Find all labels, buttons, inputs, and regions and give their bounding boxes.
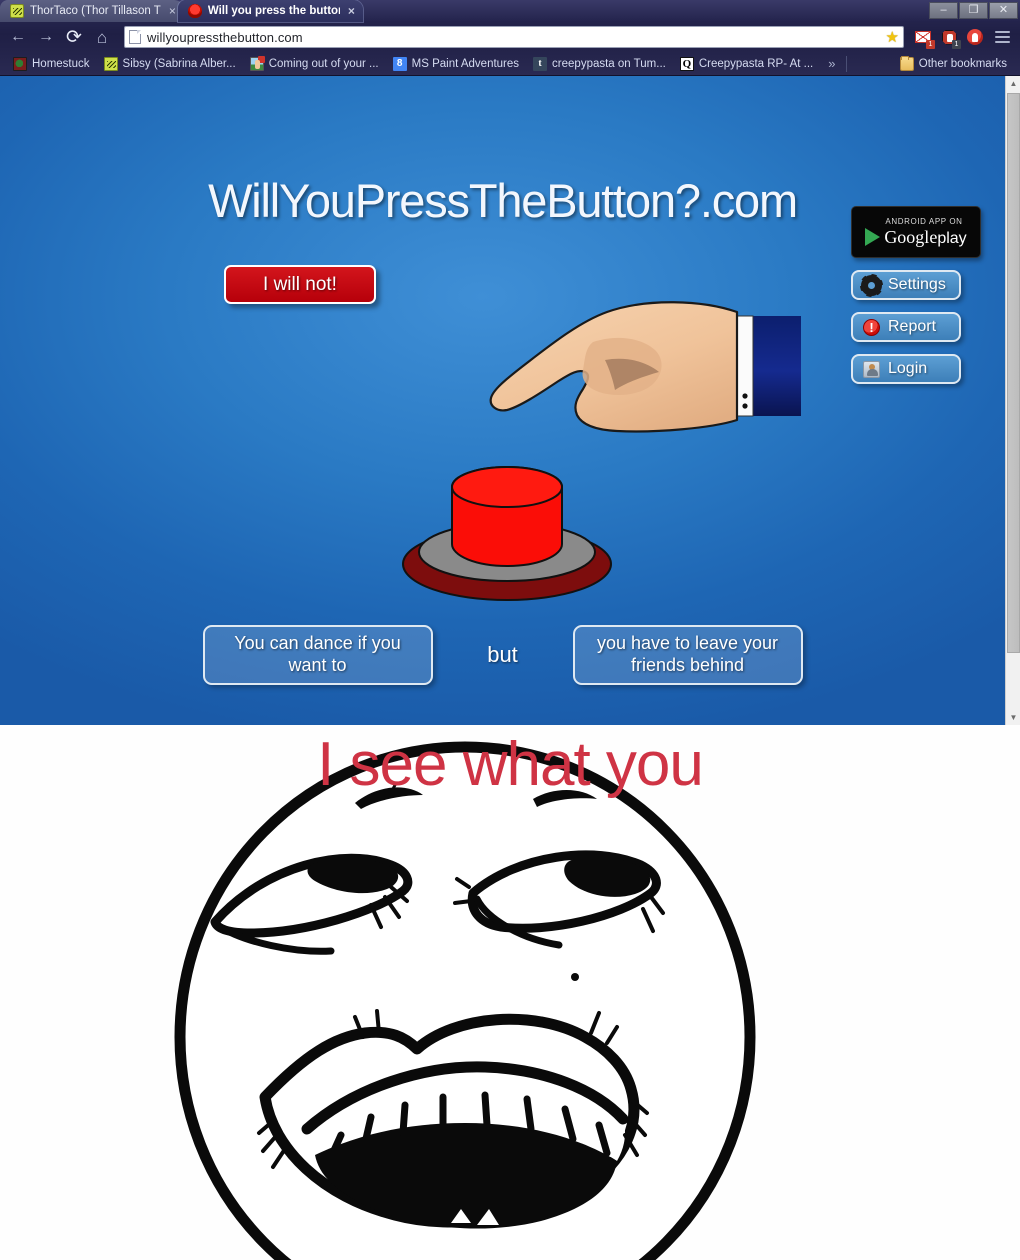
google-play-top-line: ANDROID APP ON: [885, 216, 963, 226]
bookmark-star-icon[interactable]: ★: [886, 30, 899, 45]
minimize-button[interactable]: –: [929, 2, 958, 19]
folder-icon: [899, 55, 914, 71]
reload-icon[interactable]: ⟳: [62, 25, 86, 49]
google-play-brand: Google: [884, 226, 938, 247]
bookmark-label: MS Paint Adventures: [411, 57, 520, 70]
google-play-badge[interactable]: ANDROID APP ON Googleplay: [851, 206, 981, 258]
address-bar[interactable]: willyoupressthebutton.com ★: [124, 26, 904, 48]
coming-out-icon: [249, 55, 265, 71]
dilemma-condition-text: You can dance if you want to: [234, 633, 401, 675]
bookmark-creepypasta-on-tumblr[interactable]: t creepypasta on Tum...: [526, 54, 673, 74]
browser-tab-thortaco[interactable]: ThorTaco (Thor Tillason T ×: [0, 0, 184, 22]
gear-icon: [860, 273, 883, 297]
i-will-not-label: I will not!: [263, 273, 337, 295]
meme-image-area: I see what you: [0, 725, 1020, 1260]
dilemma-consequence-text: you have to leave your friends behind: [596, 633, 779, 675]
page-viewport: WillYouPressTheButton?.com I will not! A…: [0, 76, 1020, 725]
browser-titlebar: ThorTaco (Thor Tillason T × Will you pre…: [0, 0, 1020, 22]
i-see-what-you-did-there-rage-face: [174, 741, 756, 1260]
big-red-button-graphic[interactable]: [395, 464, 620, 604]
browser-chrome: ThorTaco (Thor Tillason T × Will you pre…: [0, 0, 1020, 76]
google-play-product: play: [937, 229, 967, 247]
tab-title: ThorTaco (Thor Tillason T: [30, 5, 161, 17]
settings-label: Settings: [888, 276, 946, 293]
tab-title: Will you press the button?: [207, 5, 340, 17]
scrollbar-thumb[interactable]: [1007, 93, 1020, 653]
sibsy-icon: [10, 4, 24, 18]
google-play-triangle-icon: [865, 228, 881, 246]
bookmark-creepypasta-rp[interactable]: Q Creepypasta RP- At ...: [673, 54, 820, 74]
restore-button[interactable]: ❐: [959, 2, 988, 19]
forward-icon[interactable]: →: [34, 25, 58, 49]
bookmarks-overflow-chevron-icon[interactable]: »: [820, 56, 843, 71]
navigation-toolbar: ← → ⟳ ⌂ willyoupressthebutton.com ★ 1 1: [0, 22, 1020, 52]
scroll-up-arrow-icon[interactable]: ▲: [1006, 76, 1020, 91]
window-controls: – ❐ ✕: [929, 2, 1018, 19]
willyoupressthebutton-page: WillYouPressTheButton?.com I will not! A…: [0, 76, 1005, 725]
mspaint-icon: 8: [392, 56, 407, 71]
google-play-logo-row: Googleplay: [865, 228, 967, 247]
dilemma-consequence-box: you have to leave your friends behind: [572, 625, 803, 685]
sibsy-icon: [103, 56, 118, 71]
bookmarks-divider: [845, 55, 847, 72]
other-bookmarks-folder[interactable]: Other bookmarks: [893, 54, 1014, 74]
back-icon[interactable]: ←: [6, 25, 30, 49]
scroll-down-arrow-icon[interactable]: ▼: [1006, 710, 1020, 725]
red-hand-icon: [967, 29, 983, 45]
bookmark-label: creepypasta on Tum...: [552, 57, 666, 70]
red-hand-extension-icon[interactable]: [964, 26, 986, 48]
page-document-icon: [129, 30, 141, 44]
exclamation-icon: [863, 318, 880, 336]
chrome-menu-icon[interactable]: [990, 25, 1014, 49]
stop-hand-badge-count: 1: [952, 40, 961, 49]
homestuck-icon: [13, 56, 27, 71]
close-window-button[interactable]: ✕: [989, 2, 1018, 19]
red-button-icon: [187, 4, 202, 18]
login-label: Login: [888, 360, 928, 377]
bookmark-ms-paint-adventures[interactable]: 8 MS Paint Adventures: [386, 54, 526, 74]
tab-strip: ThorTaco (Thor Tillason T × Will you pre…: [0, 0, 363, 22]
tab-close-icon[interactable]: ×: [346, 5, 355, 17]
dilemma-row: You can dance if you want to but you hav…: [0, 625, 1005, 685]
tab-close-icon[interactable]: ×: [167, 5, 176, 17]
browser-tab-willyoupressthebutton[interactable]: Will you press the button? ×: [177, 0, 363, 22]
home-icon[interactable]: ⌂: [90, 25, 114, 49]
bookmark-label: Coming out of your ...: [268, 57, 379, 70]
url-text: willyoupressthebutton.com: [147, 29, 303, 45]
vertical-scrollbar[interactable]: ▲ ▼: [1005, 76, 1020, 725]
bookmark-label: Creepypasta RP- At ...: [698, 57, 814, 70]
bookmark-sibsy[interactable]: Sibsy (Sabrina Alber...: [97, 54, 243, 74]
gmail-badge-count: 1: [926, 40, 935, 49]
right-rail: ANDROID APP ON Googleplay Settings Repor…: [851, 206, 983, 384]
person-icon: [863, 360, 880, 378]
gmail-extension-icon[interactable]: 1: [912, 26, 935, 49]
other-bookmarks-label: Other bookmarks: [918, 57, 1007, 70]
bookmarks-bar: Homestuck Sibsy (Sabrina Alber... Coming…: [0, 52, 1020, 76]
settings-button[interactable]: Settings: [851, 270, 961, 300]
meme-top-text: I see what you: [317, 730, 704, 799]
dilemma-conjunction: but: [487, 642, 518, 667]
stop-hand-extension-icon[interactable]: 1: [938, 26, 961, 49]
quotev-icon: Q: [679, 56, 694, 71]
report-button[interactable]: Report: [851, 312, 961, 342]
login-button[interactable]: Login: [851, 354, 961, 384]
bookmark-label: Sibsy (Sabrina Alber...: [122, 57, 236, 70]
dilemma-condition-box: You can dance if you want to: [202, 625, 433, 685]
i-will-not-button[interactable]: I will not!: [224, 265, 376, 304]
report-label: Report: [888, 318, 937, 335]
bookmark-homestuck[interactable]: Homestuck: [6, 54, 97, 74]
tumblr-icon: t: [533, 56, 548, 71]
bookmark-coming-out-of-your[interactable]: Coming out of your ...: [243, 54, 386, 74]
pointing-hand-illustration: [489, 301, 801, 433]
google-play-wordmark: Googleplay: [884, 228, 966, 247]
bookmark-label: Homestuck: [32, 57, 90, 70]
